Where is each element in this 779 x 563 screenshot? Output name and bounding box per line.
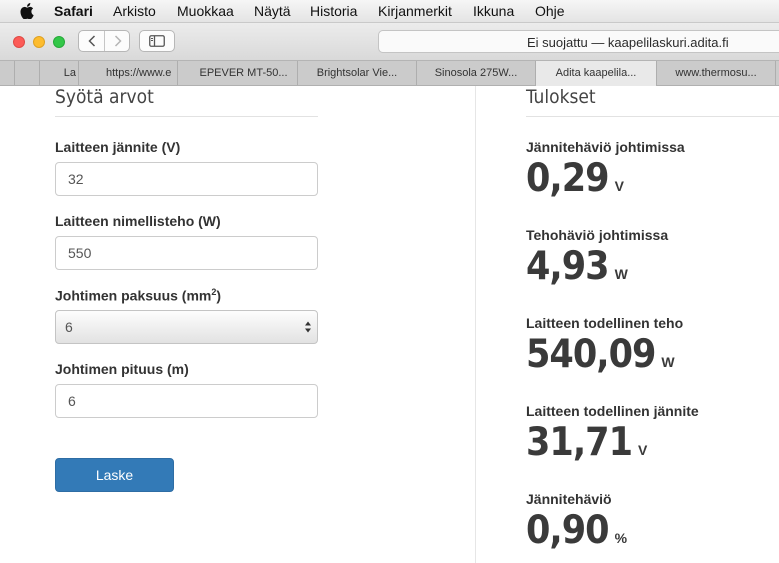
menu-item-muokkaa[interactable]: Muokkaa bbox=[177, 3, 234, 19]
result-number: 31,71 bbox=[526, 420, 633, 465]
tab-label: Brightsolar Vie... bbox=[316, 67, 398, 79]
fullscreen-window-button[interactable] bbox=[53, 36, 65, 48]
result-label-voltage-drop-percent: Jännitehäviö bbox=[526, 491, 612, 507]
tab-overflow[interactable] bbox=[775, 61, 779, 85]
tab-2[interactable]: https://www.e bbox=[78, 61, 177, 85]
address-text: Ei suojattu — kaapelilaskuri.adita.fi bbox=[527, 35, 729, 50]
page-content: Syötä arvot Laitteen jännite (V) Laittee… bbox=[0, 86, 779, 563]
tab-label: EPEVER MT-50... bbox=[199, 67, 288, 79]
tab-label: Adita kaapelila... bbox=[555, 67, 637, 79]
tab-label: https://www.e bbox=[106, 67, 172, 79]
length-input[interactable] bbox=[55, 384, 318, 418]
results-title: Tulokset bbox=[526, 86, 596, 108]
result-unit: V bbox=[637, 442, 648, 458]
result-label-power-loss: Tehohäviö johtimissa bbox=[526, 227, 669, 243]
result-number: 540,09 bbox=[526, 332, 656, 377]
thickness-label-text: Johtimen paksuus (mm bbox=[55, 287, 212, 304]
menu-item-historia[interactable]: Historia bbox=[310, 3, 357, 19]
tab-label: Sinosola 275W... bbox=[434, 67, 518, 79]
forward-button[interactable] bbox=[105, 31, 130, 51]
result-value-actual-power: 540,09 W bbox=[526, 332, 675, 377]
navigation-buttons bbox=[78, 30, 130, 52]
menu-item-ikkuna[interactable]: Ikkuna bbox=[473, 3, 514, 19]
form-title: Syötä arvot bbox=[55, 86, 154, 108]
result-unit: % bbox=[614, 530, 628, 546]
tab-4[interactable]: Brightsolar Vie... bbox=[297, 61, 416, 85]
menu-item-kirjanmerkit[interactable]: Kirjanmerkit bbox=[378, 3, 452, 19]
sidebar-toggle-button[interactable] bbox=[139, 30, 175, 52]
calculate-button[interactable]: Laske bbox=[55, 458, 174, 492]
tab-label: www.thermosu... bbox=[675, 67, 757, 79]
column-divider bbox=[475, 86, 476, 563]
result-unit: W bbox=[614, 266, 628, 282]
result-value-voltage-drop: 0,29 V bbox=[526, 156, 624, 201]
tab-3[interactable]: EPEVER MT-50... bbox=[177, 61, 297, 85]
power-input[interactable] bbox=[55, 236, 318, 270]
result-value-actual-voltage: 31,71 V bbox=[526, 420, 647, 465]
result-label-actual-power: Laitteen todellinen teho bbox=[526, 315, 684, 331]
minimize-window-button[interactable] bbox=[33, 36, 45, 48]
result-unit: V bbox=[614, 178, 624, 194]
result-value-voltage-drop-percent: 0,90% bbox=[526, 508, 627, 553]
menu-bar: Safari Arkisto Muokkaa Näytä Historia Ki… bbox=[0, 0, 779, 23]
chevron-right-icon bbox=[114, 35, 122, 47]
power-label: Laitteen nimellisteho (W) bbox=[55, 213, 221, 229]
menu-item-nayta[interactable]: Näytä bbox=[254, 3, 291, 19]
tab-bar: La https://www.e EPEVER MT-50... Brights… bbox=[0, 60, 779, 86]
thickness-select[interactable]: 6 bbox=[55, 310, 318, 344]
result-unit: W bbox=[661, 354, 675, 370]
back-button[interactable] bbox=[79, 31, 105, 51]
result-number: 0,90 bbox=[526, 508, 610, 553]
results-title-rule bbox=[526, 116, 779, 117]
tab-5[interactable]: Sinosola 275W... bbox=[416, 61, 535, 85]
length-label: Johtimen pituus (m) bbox=[55, 361, 189, 377]
form-title-rule bbox=[55, 116, 318, 117]
address-bar[interactable]: Ei suojattu — kaapelilaskuri.adita.fi bbox=[378, 30, 779, 53]
tab-pinned-left[interactable] bbox=[14, 61, 39, 85]
thickness-label: Johtimen paksuus (mm2) bbox=[55, 287, 221, 304]
menu-item-arkisto[interactable]: Arkisto bbox=[113, 3, 156, 19]
menu-app-name[interactable]: Safari bbox=[54, 3, 93, 19]
browser-toolbar: Ei suojattu — kaapelilaskuri.adita.fi bbox=[0, 23, 779, 60]
chevron-left-icon bbox=[87, 35, 95, 47]
close-window-button[interactable] bbox=[13, 36, 25, 48]
select-arrows-icon bbox=[305, 321, 311, 333]
tab-label: La bbox=[63, 67, 76, 79]
result-value-power-loss: 4,93 W bbox=[526, 244, 628, 289]
sidebar-icon bbox=[149, 35, 165, 47]
result-label-voltage-drop: Jännitehäviö johtimissa bbox=[526, 139, 685, 155]
result-label-actual-voltage: Laitteen todellinen jännite bbox=[526, 403, 699, 419]
result-number: 0,29 bbox=[526, 156, 610, 201]
tab-1[interactable]: La bbox=[39, 61, 78, 85]
menu-item-ohje[interactable]: Ohje bbox=[535, 3, 565, 19]
voltage-label: Laitteen jännite (V) bbox=[55, 139, 181, 155]
thickness-selected-value: 6 bbox=[65, 319, 73, 335]
apple-menu-icon[interactable] bbox=[20, 3, 34, 19]
tab-7[interactable]: www.thermosu... bbox=[656, 61, 775, 85]
voltage-input[interactable] bbox=[55, 162, 318, 196]
result-number: 4,93 bbox=[526, 244, 610, 289]
tab-6-active[interactable]: Adita kaapelila... bbox=[535, 61, 656, 86]
thickness-label-end: ) bbox=[216, 287, 222, 304]
